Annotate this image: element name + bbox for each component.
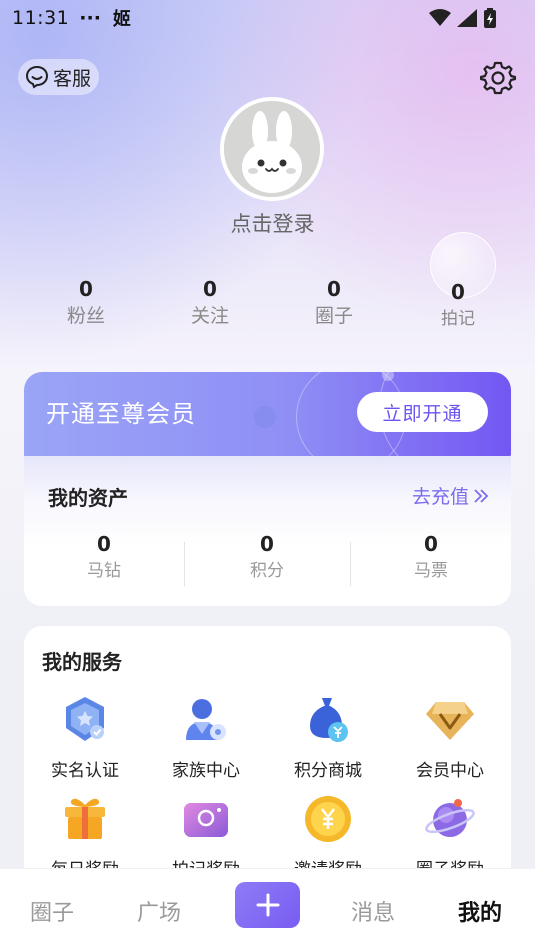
- tab-circles[interactable]: 圈子: [30, 895, 74, 927]
- vip-diamond-icon: [426, 702, 474, 740]
- asset-value: 0: [424, 532, 438, 556]
- tab-square[interactable]: 广场: [137, 895, 181, 927]
- asset-value: 0: [260, 532, 274, 556]
- cell-signal-icon: [457, 9, 477, 27]
- service-circle-reward[interactable]: 圈子奖励: [390, 793, 510, 880]
- stat-label: 圈子: [314, 305, 353, 327]
- stat-label: 拍记: [441, 309, 475, 329]
- stat-value: 0: [327, 277, 341, 301]
- stat-label: 粉丝: [66, 305, 105, 327]
- status-time: 11:31: [12, 7, 70, 29]
- camera-icon: [184, 803, 228, 837]
- bottom-tab-bar: 圈子 广场 消息 我的: [0, 868, 535, 951]
- tab-messages[interactable]: 消息: [351, 895, 395, 927]
- services-card: 我的服务 实名认证 家族中心 积分商城 会员中心: [24, 626, 511, 886]
- login-prompt[interactable]: 点击登录: [0, 208, 535, 238]
- service-points-mall[interactable]: 积分商城: [268, 694, 388, 781]
- stat-label: 关注: [190, 305, 229, 327]
- asset-tickets[interactable]: 0 马票: [361, 532, 501, 586]
- service-photo-reward[interactable]: 拍记奖励: [146, 793, 266, 880]
- stat-following[interactable]: 0 关注: [155, 276, 265, 330]
- status-app-glyph: 姬: [112, 9, 131, 30]
- stat-value: 0: [79, 277, 93, 301]
- stat-value: 0: [203, 277, 217, 301]
- service-label: 家族中心: [172, 761, 240, 781]
- status-bar: 11:31 ··· 姬: [0, 0, 535, 36]
- service-daily-reward[interactable]: 每日奖励: [25, 793, 145, 880]
- service-real-name-verify[interactable]: 实名认证: [25, 694, 145, 781]
- gift-box-icon: [65, 798, 105, 839]
- asset-diamonds[interactable]: 0 马钻: [34, 532, 174, 586]
- vip-banner[interactable]: 开通至尊会员 立即开通: [24, 372, 511, 482]
- create-post-button[interactable]: [235, 882, 300, 928]
- service-label: 积分商城: [294, 761, 362, 781]
- stat-value: 0: [451, 280, 465, 304]
- services-title: 我的服务: [42, 650, 122, 674]
- coin-icon: [305, 796, 351, 842]
- decorative-dot: [254, 406, 276, 428]
- status-dots: ···: [79, 7, 101, 29]
- profile-stats: 0 粉丝 0 关注 0 圈子 0 拍记: [0, 276, 535, 336]
- settings-gear-icon[interactable]: [480, 60, 516, 96]
- open-vip-button[interactable]: 立即开通: [357, 392, 488, 432]
- bunny-avatar-icon: [224, 101, 320, 197]
- customer-service-label: 客服: [53, 67, 92, 90]
- service-label: 实名认证: [51, 761, 119, 781]
- family-user-icon: [186, 699, 226, 740]
- vip-assets-card: 开通至尊会员 立即开通 我的资产 去充值 0 马钻 0 积分 0 马票: [24, 372, 511, 606]
- recharge-link[interactable]: 去充值: [412, 482, 489, 509]
- stat-circles[interactable]: 0 圈子: [279, 276, 389, 330]
- tab-mine[interactable]: 我的: [458, 895, 502, 927]
- asset-label: 马钻: [87, 561, 121, 581]
- divider: [184, 542, 185, 586]
- customer-service-button[interactable]: 客服: [18, 59, 100, 95]
- verify-shield-icon: [66, 697, 104, 741]
- wifi-icon: [429, 9, 451, 26]
- asset-points[interactable]: 0 积分: [197, 532, 337, 586]
- plus-icon: [256, 893, 279, 917]
- asset-value: 0: [97, 532, 111, 556]
- assets-title: 我的资产: [48, 486, 128, 510]
- divider: [350, 542, 351, 586]
- points-bag-icon: [310, 698, 348, 742]
- service-vip-center[interactable]: 会员中心: [390, 694, 510, 781]
- vip-title: 开通至尊会员: [46, 400, 196, 428]
- service-family-center[interactable]: 家族中心: [146, 694, 266, 781]
- recharge-label: 去充值: [412, 486, 470, 508]
- chat-bubble-icon: [25, 65, 49, 89]
- asset-label: 积分: [250, 561, 284, 581]
- stat-photo-notes[interactable]: 0 拍记: [403, 279, 513, 333]
- asset-label: 马票: [414, 561, 448, 581]
- double-chevron-right-icon: [474, 488, 489, 503]
- battery-icon: [484, 8, 496, 28]
- service-label: 会员中心: [416, 761, 484, 781]
- service-invite-reward[interactable]: 邀请奖励: [268, 793, 388, 880]
- avatar[interactable]: [220, 97, 324, 201]
- stat-fans[interactable]: 0 粉丝: [31, 276, 141, 330]
- planet-icon: [425, 799, 475, 837]
